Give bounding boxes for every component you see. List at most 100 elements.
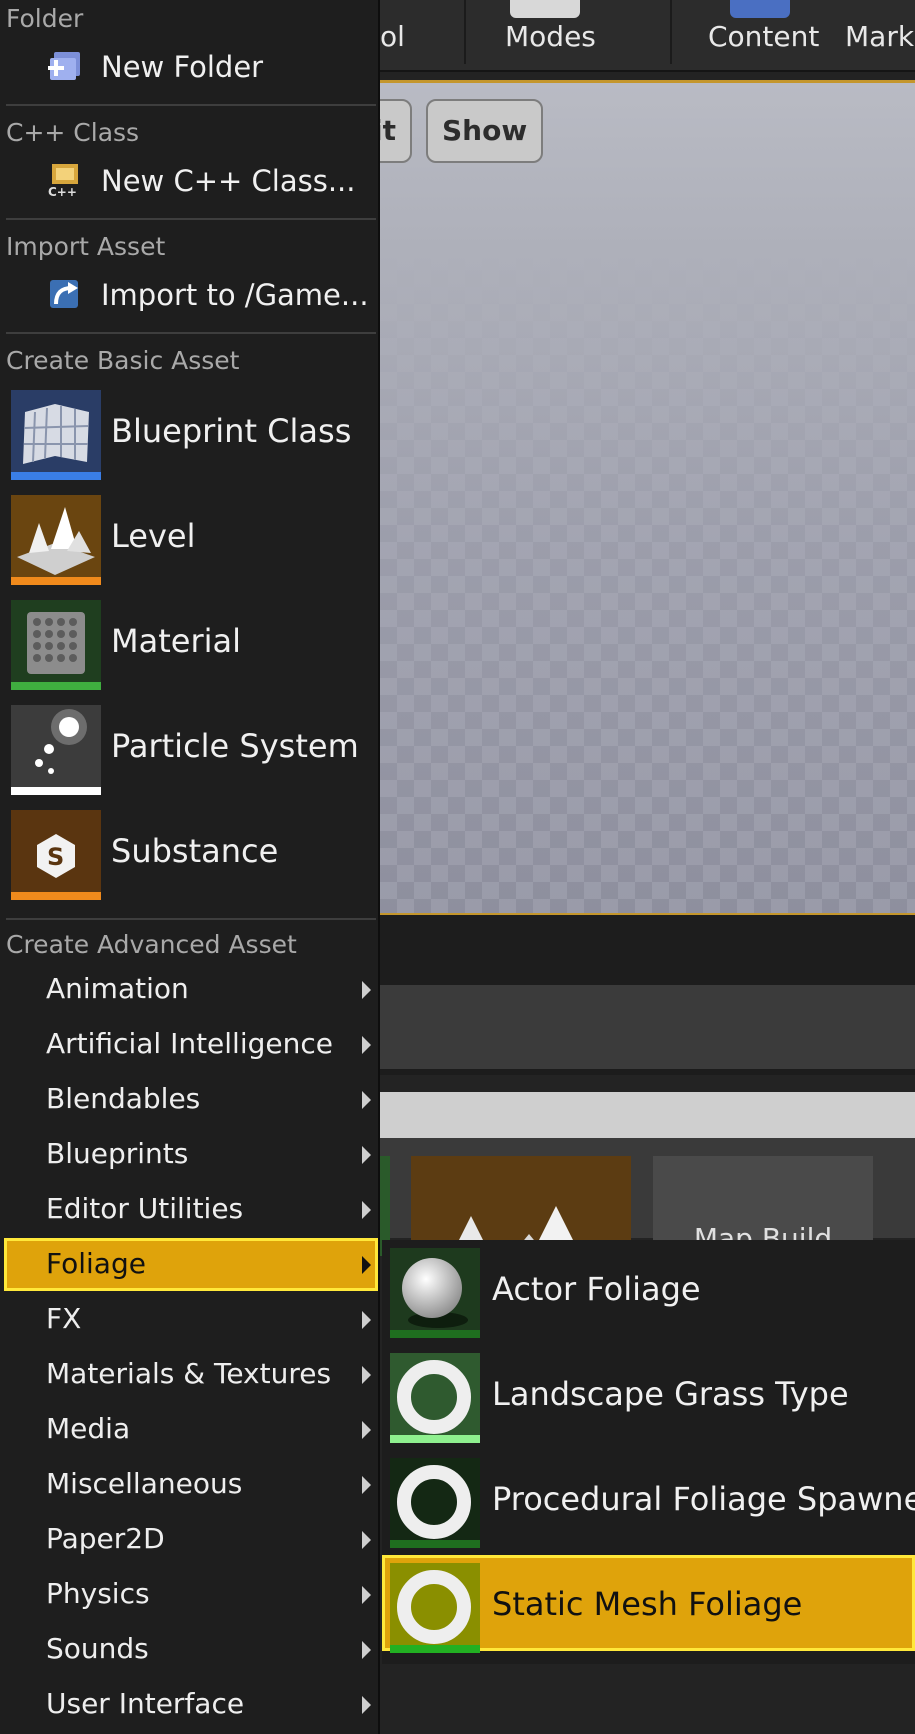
import-icon <box>46 276 84 312</box>
static-mesh-foliage-menu-item[interactable]: Static Mesh Foliage <box>382 1555 915 1653</box>
content-browser-search[interactable] <box>380 1092 915 1138</box>
submenu-arrow-icon <box>362 1366 371 1384</box>
submenu-arrow-icon <box>362 1586 371 1604</box>
menu-item-label: Miscellaneous <box>46 1467 243 1500</box>
menu-separator <box>6 918 376 920</box>
material-label: Material <box>111 622 241 660</box>
import-menu-item[interactable]: Import to /Game... <box>0 264 378 324</box>
toolbar-item-content[interactable]: Content <box>708 20 819 53</box>
menu-item-label: Paper2D <box>46 1522 165 1555</box>
submenu-arrow-icon <box>362 1036 371 1054</box>
content-icon[interactable] <box>730 0 790 18</box>
material-menu-item[interactable]: Material <box>0 594 378 690</box>
modes-icon[interactable] <box>510 0 580 18</box>
menu-item-label: Physics <box>46 1577 150 1610</box>
menu-item-label: Editor Utilities <box>46 1192 244 1225</box>
torus-icon <box>390 1458 480 1548</box>
menu-item-label: Blueprints <box>46 1137 189 1170</box>
add-new-context-menu: Folder New Folder C++ Class C++ New C++ … <box>0 0 380 1734</box>
menu-item-miscellaneous[interactable]: Miscellaneous <box>0 1458 378 1511</box>
new-cpp-class-label: New C++ Class... <box>101 164 356 198</box>
asset-color-bar <box>390 1435 480 1443</box>
menu-item-blendables[interactable]: Blendables <box>0 1073 378 1126</box>
menu-item-label: User Interface <box>46 1687 245 1720</box>
menu-item-label: Foliage <box>46 1247 146 1280</box>
menu-item-media[interactable]: Media <box>0 1403 378 1456</box>
toolbar-item-marketplace[interactable]: Mark <box>845 20 914 53</box>
menu-item-paper2d[interactable]: Paper2D <box>0 1513 378 1566</box>
toolbar-separator <box>464 0 466 64</box>
menu-item-artificial-intelligence[interactable]: Artificial Intelligence <box>0 1018 378 1071</box>
particle-system-label: Particle System <box>111 727 359 765</box>
menu-item-editor-utilities[interactable]: Editor Utilities <box>0 1183 378 1236</box>
submenu-arrow-icon <box>362 1311 371 1329</box>
particle-system-icon <box>11 705 101 795</box>
actor-foliage-label: Actor Foliage <box>492 1270 701 1308</box>
section-header-cpp: C++ Class <box>6 118 140 147</box>
viewport-show-button[interactable]: Show <box>426 99 544 163</box>
menu-item-label: Blendables <box>46 1082 201 1115</box>
asset-color-bar <box>11 577 101 585</box>
particle-system-menu-item[interactable]: Particle System <box>0 699 378 795</box>
menu-item-sounds[interactable]: Sounds <box>0 1623 378 1676</box>
blueprint-class-menu-item[interactable]: Blueprint Class <box>0 384 378 480</box>
new-folder-icon <box>46 48 84 84</box>
submenu-arrow-icon <box>362 1201 371 1219</box>
asset-color-bar <box>11 682 101 690</box>
content-browser-assets: Map Build <box>380 1138 915 1256</box>
new-folder-menu-item[interactable]: New Folder <box>0 36 378 96</box>
sphere-icon <box>390 1248 480 1338</box>
toolbar-item-modes[interactable]: Modes <box>505 20 596 53</box>
level-menu-item[interactable]: Level <box>0 489 378 585</box>
menu-item-label: Sounds <box>46 1632 149 1665</box>
substance-icon: S <box>11 810 101 900</box>
menu-item-user-interface[interactable]: User Interface <box>0 1678 378 1731</box>
toolbar-item-partial[interactable]: ol <box>380 20 405 53</box>
actor-foliage-menu-item[interactable]: Actor Foliage <box>388 1240 915 1338</box>
section-header-folder: Folder <box>6 4 84 33</box>
submenu-arrow-icon <box>362 1531 371 1549</box>
menu-separator <box>6 218 376 220</box>
level-label: Level <box>111 517 196 555</box>
submenu-arrow-icon <box>362 981 371 999</box>
menu-item-label: Media <box>46 1412 131 1445</box>
submenu-arrow-icon <box>362 1146 371 1164</box>
menu-item-blueprints[interactable]: Blueprints <box>0 1128 378 1181</box>
menu-item-fx[interactable]: FX <box>0 1293 378 1346</box>
submenu-arrow-icon <box>362 1421 371 1439</box>
asset-color-bar <box>390 1540 480 1548</box>
substance-menu-item[interactable]: S Substance <box>0 804 378 900</box>
svg-text:C++: C++ <box>48 185 77 198</box>
section-header-import: Import Asset <box>6 232 166 261</box>
svg-text:S: S <box>47 843 64 871</box>
cpp-class-icon: C++ <box>46 162 84 199</box>
menu-item-animation[interactable]: Animation <box>0 963 378 1016</box>
new-cpp-class-menu-item[interactable]: C++ New C++ Class... <box>0 150 378 210</box>
static-mesh-foliage-label: Static Mesh Foliage <box>492 1585 803 1623</box>
asset-color-bar <box>390 1330 480 1338</box>
import-label: Import to /Game... <box>101 278 369 312</box>
level-viewport[interactable]: it Show <box>340 80 915 915</box>
foliage-submenu: Actor Foliage Landscape Grass Type Proce… <box>382 1240 915 1664</box>
submenu-arrow-icon <box>362 1476 371 1494</box>
submenu-arrow-icon <box>362 1641 371 1659</box>
landscape-grass-type-menu-item[interactable]: Landscape Grass Type <box>388 1345 915 1443</box>
new-folder-label: New Folder <box>101 50 264 84</box>
level-icon <box>11 495 101 585</box>
procedural-foliage-spawner-label: Procedural Foliage Spawner <box>492 1480 915 1518</box>
menu-item-materials-and-textures[interactable]: Materials & Textures <box>0 1348 378 1401</box>
submenu-arrow-icon <box>362 1256 371 1274</box>
torus-icon <box>390 1353 480 1443</box>
menu-separator <box>6 332 376 334</box>
toolbar-separator <box>670 0 672 64</box>
asset-color-bar <box>11 787 101 795</box>
menu-item-label: Materials & Textures <box>46 1357 332 1390</box>
menu-separator <box>6 104 376 106</box>
menu-item-physics[interactable]: Physics <box>0 1568 378 1621</box>
section-header-advanced-asset: Create Advanced Asset <box>6 930 297 959</box>
menu-item-label: Animation <box>46 972 189 1005</box>
submenu-arrow-icon <box>362 1696 371 1714</box>
menu-item-foliage[interactable]: Foliage <box>4 1238 378 1291</box>
substance-label: Substance <box>111 832 279 870</box>
procedural-foliage-spawner-menu-item[interactable]: Procedural Foliage Spawner <box>388 1450 915 1548</box>
